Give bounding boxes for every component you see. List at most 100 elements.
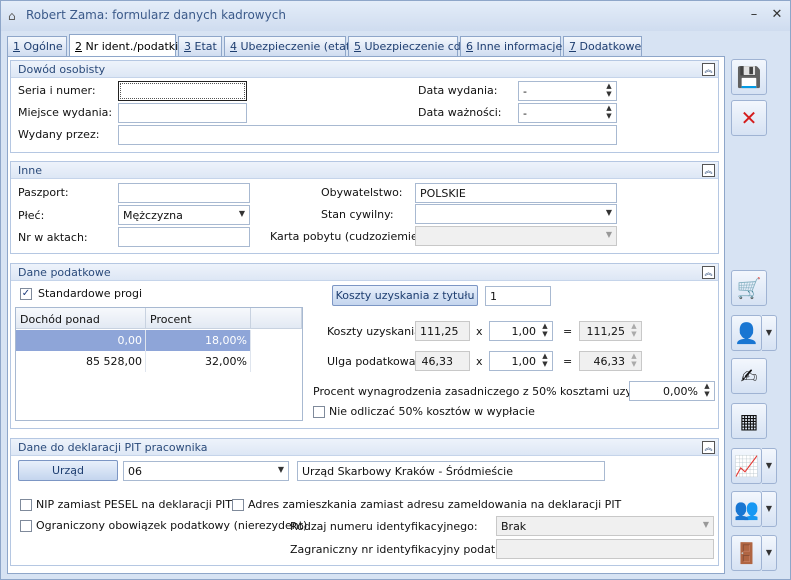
standard-checkbox[interactable]: ✓ xyxy=(20,288,32,300)
minimize-button[interactable]: – xyxy=(745,7,763,22)
data-wydania-label: Data wydania: xyxy=(418,84,498,97)
chart-dropdown[interactable]: ▼ xyxy=(762,448,777,484)
ulga-multiplier-input[interactable]: 1,00 ▲ ▼ xyxy=(489,351,553,371)
ograniczony-checkbox[interactable] xyxy=(20,520,32,532)
close-button[interactable]: ✕ xyxy=(768,7,786,22)
chevron-down-icon: ▼ xyxy=(765,328,773,337)
karta-select: ▼ xyxy=(415,226,617,246)
zagraniczny-label: Zagraniczny nr identyfikacyjny podatnika… xyxy=(290,543,522,556)
people-button[interactable]: 👥 xyxy=(731,491,762,527)
adres-label: Adres zamieszkania zamiast adresu zameld… xyxy=(248,498,622,511)
koszty-multiplier-input[interactable]: 1,00 ▲ ▼ xyxy=(489,321,553,341)
seria-input[interactable] xyxy=(118,81,247,101)
person-edit-button[interactable]: ✍ xyxy=(731,358,767,394)
multiply-sign: x xyxy=(476,355,483,368)
save-check-icon: 💾 xyxy=(736,65,762,89)
chart-button[interactable]: 📈 xyxy=(731,448,762,484)
adres-checkbox[interactable] xyxy=(232,499,244,511)
table-cell[interactable]: 85 528,00 xyxy=(16,351,146,372)
karta-label: Karta pobytu (cudzoziemiec): xyxy=(270,230,432,243)
person-edit-icon: ✍ xyxy=(740,364,758,388)
section-title: Dowód osobisty xyxy=(18,63,106,76)
plec-select[interactable]: Mężczyzna ▼ xyxy=(118,205,250,225)
tab-ubezpieczenie-cd[interactable]: 5 Ubezpieczenie cd xyxy=(348,36,461,56)
ulga-base-field: 46,33 xyxy=(415,351,470,371)
chevron-down-icon: ▼ xyxy=(605,230,612,239)
spin-icon[interactable]: ▲ ▼ xyxy=(702,382,712,400)
collapse-icon[interactable]: ︽ xyxy=(702,63,715,76)
stan-label: Stan cywilny: xyxy=(321,208,394,221)
spin-icon[interactable]: ▲ ▼ xyxy=(604,104,614,122)
tab-inne-informacje[interactable]: 6 Inne informacje xyxy=(460,36,562,56)
door-dropdown[interactable]: ▼ xyxy=(762,535,777,571)
chevron-down-icon: ▼ xyxy=(702,520,709,529)
door-person-icon: 🚪 xyxy=(734,541,759,565)
koszty-count-input[interactable]: 1 xyxy=(485,286,551,306)
family-button[interactable]: 🛒 xyxy=(731,270,767,306)
rodzaj-label: Rodzaj numeru identyfikacyjnego: xyxy=(290,520,478,533)
table-icon: ▦ xyxy=(739,409,759,433)
urzad-button[interactable]: Urząd xyxy=(18,460,118,481)
chevron-down-icon: ▼ xyxy=(765,461,773,470)
app-icon: ⌂ xyxy=(8,9,16,23)
zagraniczny-input xyxy=(496,539,714,559)
multiply-sign: x xyxy=(476,325,483,338)
spin-icon[interactable]: ▲ ▼ xyxy=(540,352,550,370)
section-title: Dane do deklaracji PIT pracownika xyxy=(18,441,208,454)
paszport-input[interactable] xyxy=(118,183,250,203)
nip-label: NIP zamiast PESEL na deklaracji PIT xyxy=(36,498,232,511)
tab-dodatkowe[interactable]: 7 Dodatkowe xyxy=(563,36,642,56)
cancel-x-icon: ✕ xyxy=(740,106,758,130)
nip-checkbox[interactable] xyxy=(20,499,32,511)
obywatelstwo-input[interactable]: POLSKIE xyxy=(415,183,617,203)
people-icon: 👥 xyxy=(734,497,759,521)
urzad-name-field[interactable]: Urząd Skarbowy Kraków - Śródmieście xyxy=(297,461,605,481)
wydany-label: Wydany przez: xyxy=(18,128,100,141)
procent-input[interactable]: 0,00% ▲ ▼ xyxy=(629,381,715,401)
spin-icon[interactable]: ▲ ▼ xyxy=(540,322,550,340)
koszty-uzyskania-button[interactable]: Koszty uzyskania z tytułu xyxy=(332,285,478,306)
column-header-procent[interactable]: Procent xyxy=(146,308,251,329)
column-header-dochod[interactable]: Dochód ponad xyxy=(16,308,146,329)
collapse-icon[interactable]: ︽ xyxy=(702,441,715,454)
door-button[interactable]: 🚪 xyxy=(731,535,762,571)
person-card-dropdown[interactable]: ▼ xyxy=(762,315,777,351)
tab-ubezpieczenie-etat[interactable]: 4 Ubezpieczenie (etat) xyxy=(224,36,354,56)
tab-etat[interactable]: 3 Etat xyxy=(178,36,222,56)
table-cell[interactable]: 32,00% xyxy=(146,351,251,372)
chevron-down-icon: ▼ xyxy=(605,208,612,217)
wydany-input[interactable] xyxy=(118,125,617,145)
table-button[interactable]: ▦ xyxy=(731,403,767,439)
chevron-down-icon: ▼ xyxy=(277,465,284,474)
nr-akt-input[interactable] xyxy=(118,227,250,247)
stan-select[interactable]: ▼ xyxy=(415,204,617,224)
people-dropdown[interactable]: ▼ xyxy=(762,491,777,527)
urzad-code-select[interactable]: 06 ▼ xyxy=(123,461,289,481)
koszty-result-field: 111,25 ▲ ▼ xyxy=(579,321,642,341)
nie-odliczac-checkbox[interactable] xyxy=(313,406,325,418)
tax-thresholds-grid[interactable]: Dochód ponad Procent 0,00 18,00% 85 528,… xyxy=(15,307,303,421)
equals-sign: = xyxy=(563,355,573,368)
data-waznosci-label: Data ważności: xyxy=(418,106,502,119)
table-cell[interactable]: 0,00 xyxy=(16,330,146,351)
tab-nr-ident[interactable]: 2 Nr ident./podatki xyxy=(69,34,178,56)
miejsce-input[interactable] xyxy=(118,103,247,123)
data-wydania-input[interactable]: - ▲ ▼ xyxy=(518,81,617,101)
koszty-label: Koszty uzyskania: xyxy=(327,325,425,338)
ograniczony-label: Ograniczony obowiązek podatkowy (nierezy… xyxy=(36,519,308,532)
section-title: Dane podatkowe xyxy=(18,266,111,279)
table-cell[interactable]: 18,00% xyxy=(146,330,251,351)
nr-akt-label: Nr w aktach: xyxy=(18,231,88,244)
save-button[interactable]: 💾 xyxy=(731,59,767,95)
spin-icon[interactable]: ▲ ▼ xyxy=(604,82,614,100)
collapse-icon[interactable]: ︽ xyxy=(702,164,715,177)
paszport-label: Paszport: xyxy=(18,186,69,199)
standard-label: Standardowe progi xyxy=(38,287,143,300)
collapse-icon[interactable]: ︽ xyxy=(702,266,715,279)
data-waznosci-input[interactable]: - ▲ ▼ xyxy=(518,103,617,123)
person-card-button[interactable]: 👤 xyxy=(731,315,762,351)
obywatelstwo-label: Obywatelstwo: xyxy=(321,186,403,199)
cancel-button[interactable]: ✕ xyxy=(731,100,767,136)
tab-ogolne[interactable]: 1 Ogólne xyxy=(7,36,67,56)
miejsce-label: Miejsce wydania: xyxy=(18,106,113,119)
